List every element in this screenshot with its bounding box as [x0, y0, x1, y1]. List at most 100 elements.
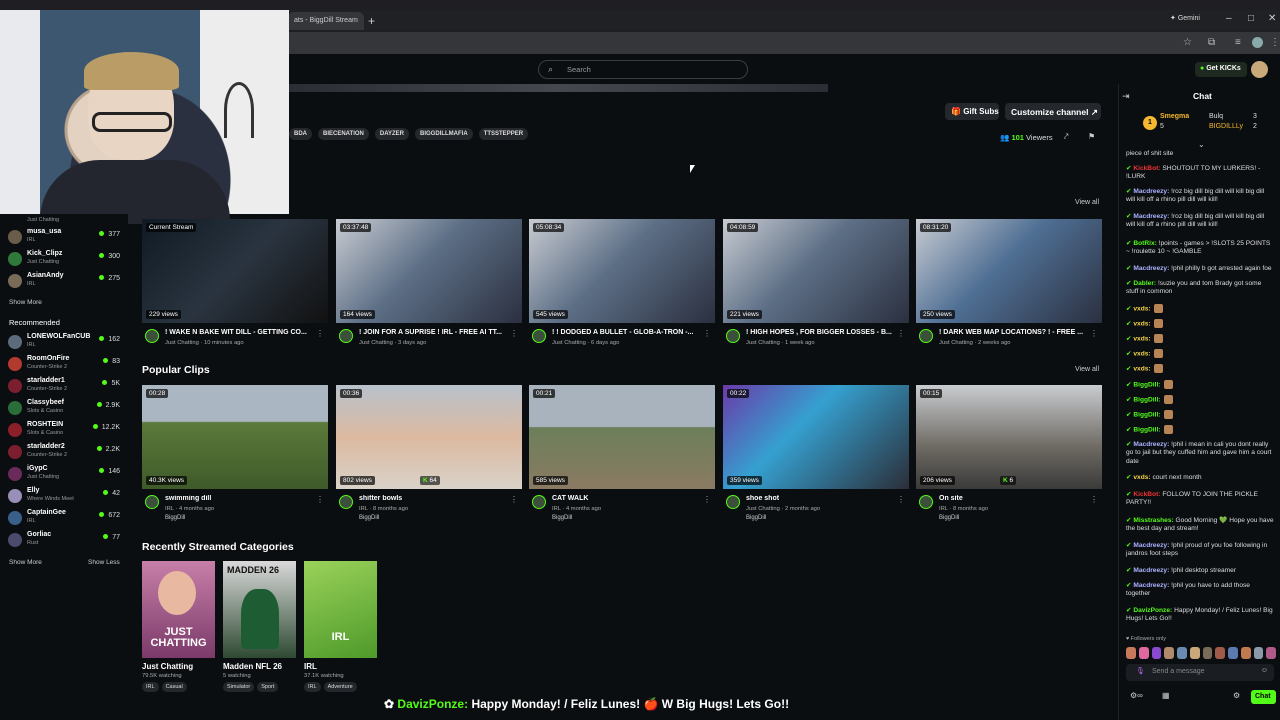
video-card[interactable]: 03:37:48 164 views ! JOIN FOR A SUPRISE ! … [336, 219, 522, 346]
chat-username[interactable]: Macdreezy: [1133, 188, 1169, 195]
chat-username[interactable]: Macdreezy: [1133, 441, 1169, 448]
category-card[interactable]: IRL IRL 37.1K watching IRL Adventure [304, 561, 377, 692]
category-tag[interactable]: IRL [304, 682, 321, 692]
tag[interactable]: BIECENATION [318, 128, 369, 140]
sidebar-channel[interactable]: musa_usa IRL 377 [8, 227, 124, 249]
sidebar-channel[interactable]: CaptainGee IRL 672 [8, 508, 124, 530]
new-tab-button[interactable]: + [368, 14, 375, 28]
more-options-icon[interactable]: ⋮ [703, 329, 711, 338]
maximize-button[interactable]: □ [1248, 13, 1254, 24]
tag[interactable]: DAYZER [374, 128, 410, 140]
chat-username[interactable]: Macdreezy: [1133, 265, 1169, 272]
category-tag[interactable]: Sport [257, 682, 279, 692]
user-avatar[interactable] [1251, 61, 1268, 78]
video-card[interactable]: 08:31:20 250 views ! DARK WEB MAP LOCATION… [916, 219, 1102, 346]
menu-lines-icon[interactable]: ≡ [1235, 37, 1241, 48]
video-card[interactable]: 04:08:59 221 views ! HIGH HOPES , FOR BIGG… [723, 219, 909, 346]
chat-username[interactable]: Dabler: [1133, 280, 1156, 287]
clip-card[interactable]: 00:36 802 views K 64 shitter bowls IRL · 8 m… [336, 385, 522, 521]
chat-username[interactable]: KickBot: [1133, 165, 1160, 172]
video-card[interactable]: Current Stream 229 views ! WAKE N BAKE WIT… [142, 219, 328, 346]
video-card[interactable]: 05:08:34 545 views ! ! DODGED A BULLET - G… [529, 219, 715, 346]
chat-username[interactable]: vxds: [1133, 320, 1150, 327]
more-options-icon[interactable]: ⋮ [316, 495, 324, 504]
channel-avatar[interactable] [339, 495, 353, 509]
more-options-icon[interactable]: ⋮ [316, 329, 324, 338]
clip-card[interactable]: 00:21 585 views CAT WALK IRL · 4 months ago… [529, 385, 715, 521]
clip-thumbnail[interactable]: 00:36 802 views K 64 [336, 385, 522, 489]
chat-username[interactable]: Macdreezy: [1133, 213, 1169, 220]
video-title[interactable]: ! DARK WEB MAP LOCATIONS? ! - FREE ... [939, 329, 1089, 336]
extension-icon[interactable]: ⧉ [1208, 37, 1215, 48]
channel-avatar[interactable] [919, 495, 933, 509]
clip-card[interactable]: 00:28 40.3K views swimming dill IRL · 4 mon… [142, 385, 328, 521]
emote-icon[interactable] [1177, 647, 1187, 659]
chat-username[interactable]: BotRix: [1133, 240, 1156, 247]
sidebar-channel[interactable]: RoomOnFire Counter-Strike 2 83 [8, 354, 124, 376]
sidebar-channel[interactable]: AsianAndy IRL 275 [8, 271, 124, 293]
chat-username[interactable]: KickBot: [1133, 491, 1160, 498]
channel-avatar[interactable] [145, 495, 159, 509]
chat-username[interactable]: Macdreezy: [1133, 582, 1169, 589]
view-all-videos-link[interactable]: View all [1075, 199, 1099, 206]
channel-avatar[interactable] [726, 495, 740, 509]
chat-username[interactable]: Misstrashes: [1133, 517, 1173, 524]
sidebar-channel[interactable]: Classybeef Slots & Casino 2.9K [8, 398, 124, 420]
video-thumbnail[interactable]: 03:37:48 164 views [336, 219, 522, 323]
category-tag[interactable]: IRL [142, 682, 159, 692]
chat-username[interactable]: vxds: [1133, 350, 1150, 357]
clip-card[interactable]: 00:22 359 views shoe shot Just Chatting · 2… [723, 385, 909, 521]
clip-title[interactable]: shoe shot [746, 495, 896, 502]
address-bar[interactable] [288, 32, 1280, 54]
clip-title[interactable]: CAT WALK [552, 495, 702, 502]
clip-thumbnail[interactable]: 00:15 206 views K 6 [916, 385, 1102, 489]
sidebar-channel[interactable]: iGypC Just Chatting 146 [8, 464, 124, 486]
category-tag[interactable]: Adventure [323, 682, 357, 692]
sidebar-channel[interactable]: starladder2 Counter-Strike 2 2.2K [8, 442, 124, 464]
chat-username[interactable]: vxds: [1133, 365, 1150, 372]
chat-message-input[interactable]: 🎙 Send a message ☺ [1126, 664, 1274, 681]
gemini-button[interactable]: ✦ Gemini [1170, 14, 1200, 22]
profile-icon[interactable] [1252, 37, 1263, 48]
customize-channel-button[interactable]: Customize channel ↗ [1005, 103, 1101, 120]
search-input[interactable]: ⌕ Search [538, 60, 748, 79]
clip-title[interactable]: On site [939, 495, 1089, 502]
gear-icon[interactable]: ⚙ [1233, 691, 1240, 700]
emote-icon[interactable] [1240, 647, 1251, 659]
view-all-clips-link[interactable]: View all [1075, 366, 1099, 373]
clip-thumbnail[interactable]: 00:21 585 views [529, 385, 715, 489]
bookmark-star-icon[interactable]: ☆ [1183, 37, 1192, 48]
emote-icon[interactable] [1138, 647, 1149, 659]
more-options-icon[interactable]: ⋮ [1090, 495, 1098, 504]
emote-icon[interactable] [1266, 647, 1276, 659]
video-thumbnail[interactable]: 05:08:34 545 views [529, 219, 715, 323]
more-options-icon[interactable]: ⋮ [510, 329, 518, 338]
chat-username[interactable]: BiggDill: [1133, 426, 1160, 433]
more-vert-icon[interactable]: ⋮ [1270, 37, 1280, 48]
more-options-icon[interactable]: ⋮ [897, 495, 905, 504]
sidebar-channel[interactable]: starladder1 Counter-Strike 2 5K [8, 376, 124, 398]
close-window-button[interactable]: ✕ [1268, 13, 1276, 24]
tag[interactable]: BIGGDILLMAFIA [415, 128, 473, 140]
chat-settings-icon[interactable]: ⚙∞ [1130, 691, 1143, 700]
sidebar-channel[interactable]: ROSHTEIN Slots & Casino 12.2K [8, 420, 124, 442]
clip-author[interactable]: BiggDill [746, 515, 766, 521]
video-thumbnail[interactable]: 04:08:59 221 views [723, 219, 909, 323]
channel-avatar[interactable] [919, 329, 933, 343]
emote-icon[interactable] [1151, 647, 1162, 659]
video-title[interactable]: ! WAKE N BAKE WIT DILL - GETTING CO... [165, 329, 315, 336]
send-chat-button[interactable]: Chat [1251, 690, 1276, 704]
chat-username[interactable]: BiggDill: [1133, 411, 1160, 418]
video-thumbnail[interactable]: 08:31:20 250 views [916, 219, 1102, 323]
chat-username[interactable]: BiggDill: [1133, 381, 1160, 388]
clip-author[interactable]: BiggDill [552, 515, 572, 521]
tag[interactable]: BDA [289, 128, 312, 140]
channel-avatar[interactable] [532, 495, 546, 509]
show-more-link[interactable]: Show More [9, 559, 42, 566]
tag[interactable]: TTSSTEPPER [478, 128, 529, 140]
sidebar-channel[interactable]: Gorliac Rust 77 [8, 530, 124, 552]
clip-card[interactable]: 00:15 206 views K 6 On site IRL · 8 months a… [916, 385, 1102, 521]
sidebar-channel[interactable]: LONEWOLFanCUB IRL 162 [8, 332, 124, 354]
clip-title[interactable]: shitter bowls [359, 495, 509, 502]
video-title[interactable]: ! JOIN FOR A SUPRISE ! IRL - FREE AI TT.… [359, 329, 509, 336]
